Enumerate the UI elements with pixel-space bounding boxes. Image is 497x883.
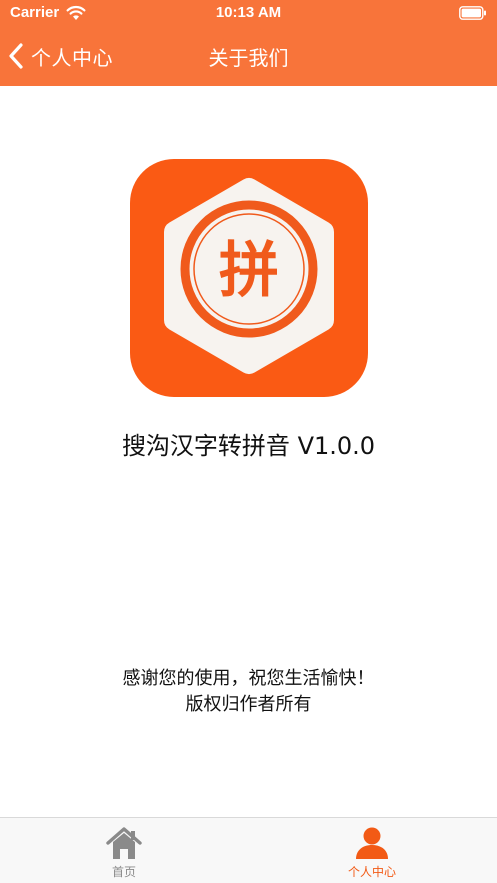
header: Carrier 10:13 AM 个人中心 关于我们 [0,0,497,86]
app-title: 搜沟汉字转拼音 V1.0.0 [121,432,376,460]
tab-profile-label: 个人中心 [347,865,396,879]
copyright-text: 版权归作者所有 [185,694,312,715]
logo-glyph: 拼 [219,236,279,306]
home-icon [106,827,142,859]
person-icon [356,827,388,859]
status-bar: Carrier 10:13 AM [0,0,497,28]
status-time: 10:13 AM [215,4,282,21]
page-title: 关于我们 [208,46,289,70]
tab-bar: 首页 个人中心 [0,817,497,883]
app-logo-icon: 拼 [130,159,368,397]
nav-bar: 个人中心 关于我们 [0,28,497,86]
battery-icon [459,6,486,20]
tab-profile[interactable]: 个人中心 [312,826,432,882]
thanks-text: 感谢您的使用，祝您生活愉快！ [122,668,375,689]
tab-home-label: 首页 [111,865,136,879]
tab-home[interactable]: 首页 [64,826,184,882]
